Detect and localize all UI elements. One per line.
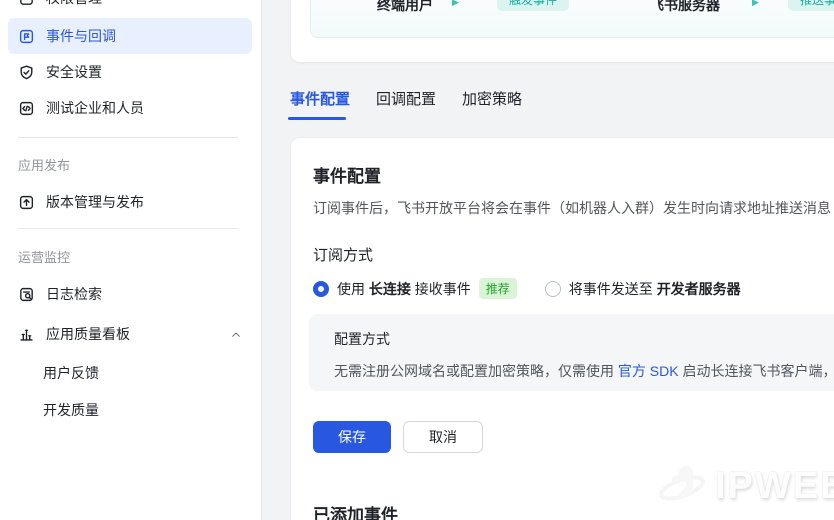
app-window: 权限管理 事件与回调 安全设置 测试企业和人员 应用发布 (0, 0, 834, 520)
config-method-text: 无需注册公网域名或配置加密策略，仅需使用 官方 SDK 启动长连接飞书客户端，并… (334, 363, 834, 379)
sidebar-item-label: 权限管理 (46, 0, 102, 8)
page-title: 事件配置 (313, 167, 381, 186)
sidebar-item-label: 应用质量看板 (46, 326, 130, 342)
code-icon (18, 100, 35, 117)
sidebar-item-permissions[interactable]: 权限管理 (8, 0, 252, 16)
diagram-node-feishu-server: 飞书服务器 (650, 0, 720, 13)
log-search-icon (18, 286, 35, 303)
sidebar-item-quality-board[interactable]: 应用质量看板 (8, 316, 252, 352)
config-tabs: 事件配置 回调配置 加密策略 (290, 88, 522, 109)
trigger-event-pill: 触发事件 (497, 0, 570, 11)
sidebar-subitem-user-feedback[interactable]: 用户反馈 (43, 363, 99, 383)
flow-arrow-icon: ▶ (452, 0, 459, 7)
sidebar: 权限管理 事件与回调 安全设置 测试企业和人员 应用发布 (0, 0, 262, 520)
sidebar-subitem-dev-quality[interactable]: 开发质量 (43, 400, 99, 420)
event-callback-icon (18, 28, 35, 45)
official-sdk-link[interactable]: 官方 SDK (618, 363, 679, 379)
tab-encryption-policy[interactable]: 加密策略 (462, 88, 522, 109)
subscribe-method-label: 订阅方式 (313, 247, 374, 264)
radio-developer-server[interactable] (544, 280, 561, 297)
event-config-card: 事件配置 订阅事件后，飞书开放平台将会在事件（如机器人入群）发生时向请求地址推送… (290, 137, 834, 520)
cancel-button[interactable]: 取消 (403, 421, 483, 453)
sidebar-item-label: 事件与回调 (46, 28, 116, 44)
flow-arrow-icon: ▶ (752, 0, 759, 7)
action-buttons: 保存 取消 (313, 421, 483, 453)
bar-chart-icon (18, 326, 35, 343)
sidebar-item-version-release[interactable]: 版本管理与发布 (8, 184, 252, 220)
chevron-up-icon[interactable] (230, 328, 242, 340)
sidebar-section-monitor: 运营监控 (18, 250, 71, 265)
sidebar-item-test-org[interactable]: 测试企业和人员 (8, 90, 252, 126)
subscribe-options: 使用 长连接 接收事件 推荐 将事件发送至 开发者服务器 (313, 278, 741, 299)
push-event-pill: 推送事件 (788, 0, 834, 11)
upload-icon (18, 194, 35, 211)
sidebar-item-label: 测试企业和人员 (46, 100, 144, 116)
added-events-title: 已添加事件 (313, 506, 398, 520)
diagram-node-terminal-user: 终端用户 (377, 0, 433, 13)
tab-callback-config[interactable]: 回调配置 (376, 88, 436, 109)
tab-event-config[interactable]: 事件配置 (290, 88, 350, 109)
sidebar-item-events-callbacks[interactable]: 事件与回调 (8, 18, 252, 54)
config-method-box: 配置方式 无需注册公网域名或配置加密策略，仅需使用 官方 SDK 启动长连接飞书… (309, 314, 834, 391)
radio-long-connection-label[interactable]: 使用 长连接 接收事件 (337, 279, 471, 299)
sidebar-section-publish: 应用发布 (18, 158, 71, 173)
sidebar-item-label: 日志检索 (46, 286, 102, 302)
sidebar-divider (18, 137, 238, 138)
sidebar-item-label: 安全设置 (46, 64, 102, 80)
page-description: 订阅事件后，飞书开放平台将会在事件（如机器人入群）发生时向请求地址推送消息 了解… (313, 200, 834, 216)
sidebar-item-label: 版本管理与发布 (46, 194, 144, 210)
config-method-title: 配置方式 (334, 331, 390, 347)
save-button[interactable]: 保存 (313, 421, 391, 453)
sidebar-item-security[interactable]: 安全设置 (8, 54, 252, 90)
sidebar-item-log-search[interactable]: 日志检索 (8, 276, 252, 312)
radio-long-connection[interactable] (313, 280, 329, 297)
recommended-badge: 推荐 (478, 278, 517, 299)
active-tab-indicator (288, 117, 346, 120)
radio-developer-server-label[interactable]: 将事件发送至 开发者服务器 (569, 279, 741, 299)
radio-dev-server-group: 将事件发送至 开发者服务器 (544, 279, 741, 299)
sidebar-divider (18, 228, 238, 229)
shield-check-icon (18, 64, 35, 81)
permissions-icon (18, 0, 35, 7)
